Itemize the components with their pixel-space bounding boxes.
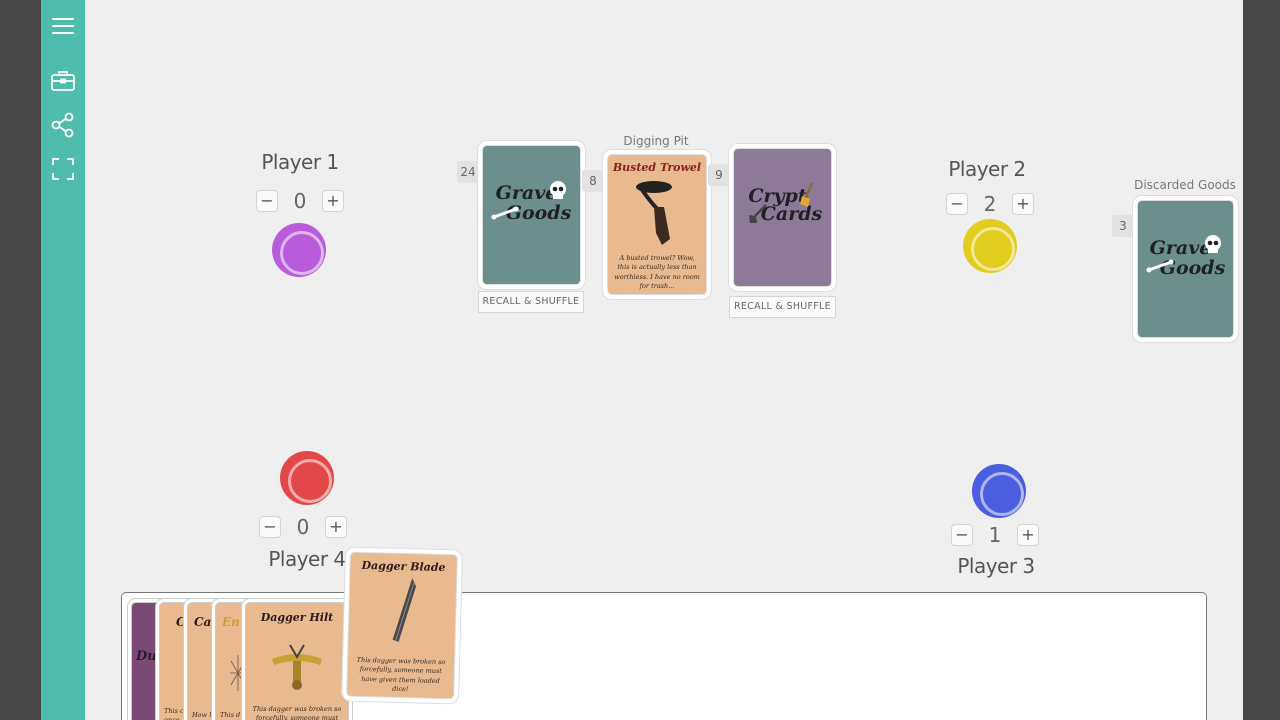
player-2-decrement-button[interactable]: − — [946, 193, 968, 215]
digging-pit-card[interactable]: Busted Trowel A busted trowel? Wow, this… — [608, 155, 706, 294]
dagger-hilt-text: This dagger was broken so forcefully, so… — [252, 705, 342, 720]
player-3-token[interactable] — [972, 464, 1026, 518]
digging-pit-label: Digging Pit — [623, 134, 689, 148]
player-3-decrement-button[interactable]: − — [951, 524, 973, 546]
grave-deck-count: 24 — [457, 161, 479, 183]
grave-recall-shuffle-button[interactable]: RECALL & SHUFFLE — [478, 291, 584, 313]
discarded-count: 3 — [1112, 215, 1134, 237]
crypt-cards-deck[interactable]: Crypt Cards — [734, 149, 831, 286]
player-4-decrement-button[interactable]: − — [259, 516, 281, 538]
bone-icon — [491, 206, 519, 220]
player-2-score: 2 — [983, 192, 997, 216]
digging-pit-count: 8 — [582, 170, 604, 192]
player-3-counter: − 1 + — [951, 523, 1039, 547]
busted-trowel-title: Busted Trowel — [612, 161, 702, 174]
player-3-increment-button[interactable]: + — [1017, 524, 1039, 546]
share-icon[interactable] — [49, 111, 77, 139]
busted-trowel-text: A busted trowel? Wow, this is actually l… — [614, 254, 700, 291]
crypt-deck-count: 9 — [708, 164, 730, 186]
sidebar — [41, 0, 85, 720]
menu-icon[interactable] — [49, 12, 77, 40]
game-table: Player 1 − 0 + Player 2 − 2 + − 0 + Play… — [85, 0, 1243, 720]
dagger-blade-text: This dagger was broken so forcefully, so… — [356, 655, 446, 694]
player-1-increment-button[interactable]: + — [322, 190, 344, 212]
player-2-counter: − 2 + — [946, 192, 1034, 216]
player-1-token[interactable] — [272, 223, 326, 277]
dagger-blade-title: Dagger Blade — [361, 558, 446, 575]
crypt-recall-shuffle-button[interactable]: RECALL & SHUFFLE — [729, 296, 836, 318]
player-2-name: Player 2 — [948, 157, 1026, 181]
skull-icon — [550, 181, 566, 199]
player-3-score: 1 — [988, 523, 1002, 547]
hand-card-dagger-hilt[interactable]: Dagger Hilt This dagger was broken so fo… — [246, 603, 348, 720]
player-1-counter: − 0 + — [256, 189, 344, 213]
hand-card-dagger-blade[interactable]: Dagger Blade This dagger was broken so f… — [347, 552, 457, 699]
hand-card-4-text: This d ed th — [220, 711, 241, 719]
grave-goods-deck[interactable]: Grave Goods — [483, 146, 580, 284]
trowel-illustration — [636, 181, 672, 245]
player-4-token[interactable] — [280, 451, 334, 505]
discarded-goods-label: Discarded Goods — [1134, 178, 1236, 192]
dagger-hilt-illustration — [272, 644, 322, 690]
dagger-blade-illustration — [392, 578, 417, 642]
player-hand-tray: Du C This c once Can How l En This d ed … — [121, 592, 1207, 720]
player-4-counter: − 0 + — [259, 515, 347, 539]
hand-card-2-text: This c once — [164, 707, 184, 720]
player-3-name: Player 3 — [957, 554, 1035, 578]
player-1-score: 0 — [293, 189, 307, 213]
player-4-score: 0 — [296, 515, 310, 539]
shovel-icon — [749, 204, 767, 223]
hand-card-3-text: How l — [192, 711, 212, 719]
sparkle-illustration — [230, 655, 246, 691]
player-1-name: Player 1 — [261, 150, 339, 174]
player-1-decrement-button[interactable]: − — [256, 190, 278, 212]
broom-icon — [800, 182, 813, 207]
dagger-hilt-title: Dagger Hilt — [260, 611, 334, 624]
player-4-name: Player 4 — [268, 547, 346, 571]
fullscreen-icon[interactable] — [49, 155, 77, 183]
discarded-goods-pile[interactable]: Grave Goods — [1138, 201, 1233, 337]
skull-icon — [1205, 235, 1221, 253]
player-2-token[interactable] — [963, 219, 1017, 273]
bone-icon — [1146, 259, 1174, 273]
briefcase-icon[interactable] — [49, 67, 77, 95]
player-4-increment-button[interactable]: + — [325, 516, 347, 538]
player-2-increment-button[interactable]: + — [1012, 193, 1034, 215]
